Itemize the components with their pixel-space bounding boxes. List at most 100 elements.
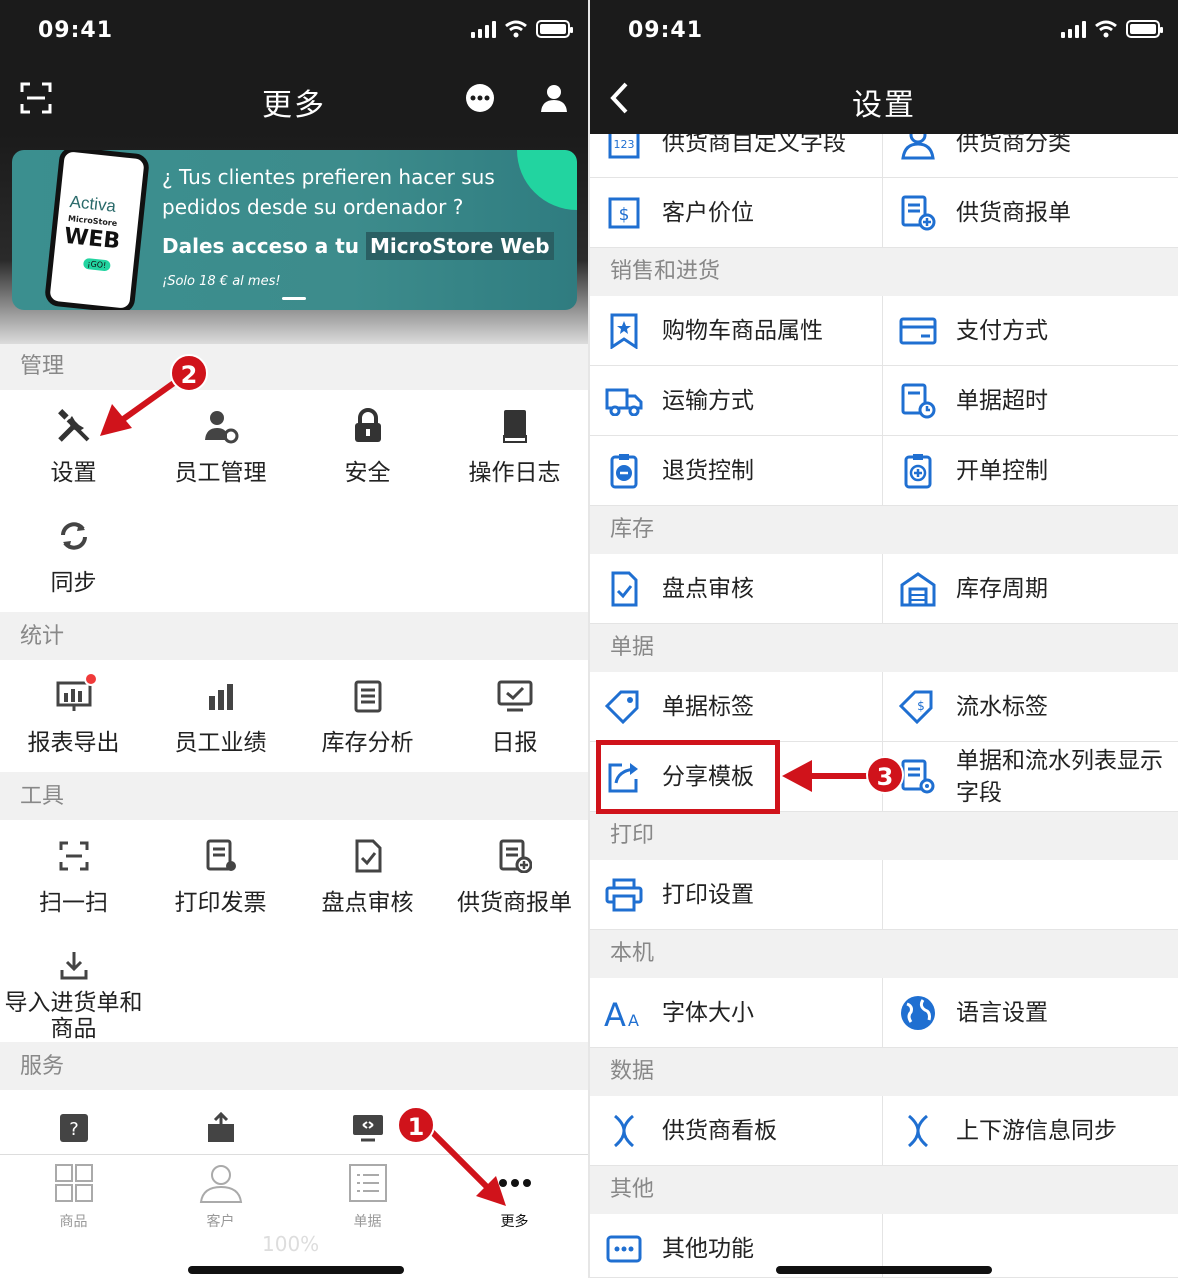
tile-staff[interactable]: 员工管理 (147, 406, 294, 486)
monitor-check-icon (495, 676, 535, 716)
home-indicator (776, 1266, 992, 1274)
settings-row: 供货商看板 上下游信息同步 (590, 1096, 1178, 1166)
section-tools: 工具 (0, 774, 588, 820)
svg-text:$: $ (619, 205, 630, 225)
section-stock: 库存 (590, 506, 1178, 554)
status-time: 09:41 (628, 18, 704, 43)
tile-share[interactable] (147, 1108, 294, 1148)
item-document-tags[interactable]: 单据标签 (590, 672, 883, 742)
ellipsis-icon (498, 1179, 531, 1187)
user-icon[interactable] (534, 78, 574, 118)
tile-security[interactable]: 安全 (294, 406, 441, 486)
tools-grid: 扫一扫 打印发票 盘点审核 供货商报单 导入进货单和商品 (0, 820, 588, 1042)
item-stock-cycle[interactable]: 库存周期 (884, 554, 1178, 624)
tools-icon (54, 406, 94, 446)
ellipsis-circle-icon[interactable] (460, 78, 500, 118)
item-label: 运输方式 (662, 388, 754, 414)
svg-text:$: $ (917, 699, 925, 713)
stats-grid: 报表导出 员工业绩 库存分析 日报 (0, 660, 588, 772)
staff-gear-icon (201, 406, 241, 446)
tile-report-export[interactable]: 报表导出 (0, 672, 147, 756)
monitor-icon (348, 1108, 388, 1148)
step-badge-2: 2 (170, 354, 208, 392)
item-font-size[interactable]: AA 字体大小 (590, 978, 883, 1048)
item-language-settings[interactable]: 语言设置 (884, 978, 1178, 1048)
more-screen: 09:41 更多 Activa MicroStore WEB ¡GO! ¿ Tu… (0, 0, 588, 1278)
item-label: 上下游信息同步 (956, 1118, 1117, 1144)
clipboard-minus-icon (604, 451, 644, 491)
section-print: 打印 (590, 812, 1178, 860)
svg-text:123: 123 (614, 138, 635, 151)
battery-icon (536, 20, 573, 38)
step-badge-3: 3 (866, 756, 904, 794)
settings-screen: 123 供货商自定义字段 供货商分类 $ 客户价位 供货商报单 销售和进货 购物… (590, 0, 1178, 1278)
item-shipping-methods[interactable]: 运输方式 (590, 366, 883, 436)
svg-text:A: A (628, 1011, 639, 1030)
section-local: 本机 (590, 930, 1178, 978)
section-data: 数据 (590, 1048, 1178, 1096)
tab-more[interactable]: 更多 (441, 1163, 588, 1231)
section-manage: 管理 (0, 344, 588, 390)
item-label: 打印设置 (662, 882, 754, 908)
top-bar: 09:41 更多 (0, 0, 588, 134)
settings-row: 单据标签 $ 流水标签 (590, 672, 1178, 742)
tile-stock-analysis[interactable]: 库存分析 (294, 676, 441, 756)
banner-headline-a: Dales acceso a tu (162, 234, 366, 258)
manage-grid: 设置 员工管理 安全 操作日志 同步 (0, 390, 588, 612)
wifi-icon (505, 20, 527, 38)
sync-icon (54, 516, 94, 556)
settings-row: 运输方式 单据超时 (590, 366, 1178, 436)
item-label: 盘点审核 (662, 576, 754, 602)
tab-customers[interactable]: 客户 (147, 1163, 294, 1231)
item-upstream-downstream-sync[interactable]: 上下游信息同步 (884, 1096, 1178, 1166)
tile-label: 设置 (50, 460, 97, 486)
notification-dot (84, 672, 98, 686)
doc-clock-icon (898, 381, 938, 421)
item-label: 字体大小 (662, 1000, 754, 1026)
tile-daily-report[interactable]: 日报 (441, 676, 588, 756)
tile-label: 扫一扫 (39, 890, 108, 916)
item-supplier-dashboard[interactable]: 供货商看板 (590, 1096, 883, 1166)
tile-supplier-order[interactable]: 供货商报单 (441, 836, 588, 916)
tile-print-invoice[interactable]: 打印发票 (147, 836, 294, 916)
tab-documents[interactable]: 单据 (294, 1163, 441, 1231)
item-customer-price-level[interactable]: $ 客户价位 (590, 178, 883, 248)
item-document-timeout[interactable]: 单据超时 (884, 366, 1178, 436)
item-cart-product-attributes[interactable]: 购物车商品属性 (590, 296, 883, 366)
tab-products[interactable]: 商品 (0, 1163, 147, 1231)
tab-bar: 商品 客户 单据 更多 (0, 1154, 588, 1278)
item-payment-methods[interactable]: 支付方式 (884, 296, 1178, 366)
item-list-display-fields[interactable]: 单据和流水列表显示字段 (884, 742, 1178, 812)
tile-stock-audit[interactable]: 盘点审核 (294, 836, 441, 916)
truck-icon (604, 381, 644, 421)
tile-operation-log[interactable]: 操作日志 (441, 406, 588, 486)
tile-help[interactable]: ? (0, 1108, 147, 1148)
banner-headline-b: MicroStore Web (365, 232, 554, 260)
tile-import-purchase[interactable]: 导入进货单和商品 (0, 946, 147, 1042)
signal-icon (471, 20, 496, 38)
dollar-icon: $ (604, 193, 644, 233)
tile-sync[interactable]: 同步 (0, 516, 147, 596)
item-print-settings[interactable]: 打印设置 (590, 860, 883, 930)
phone-text-go: ¡GO! (82, 257, 111, 272)
item-stock-audit[interactable]: 盘点审核 (590, 554, 883, 624)
printer-icon (604, 875, 644, 915)
tile-label: 操作日志 (468, 460, 561, 486)
banner-headline: Dales acceso a tu MicroStore Web (162, 232, 554, 260)
settings-row: $ 客户价位 供货商报单 (590, 178, 1178, 248)
section-service: 服务 (0, 1044, 588, 1090)
item-supplier-order[interactable]: 供货商报单 (884, 178, 1178, 248)
promo-banner[interactable]: Activa MicroStore WEB ¡GO! ¿ Tus cliente… (12, 150, 577, 310)
tile-settings[interactable]: 设置 (0, 406, 147, 486)
battery-icon (1126, 20, 1163, 38)
cross-link-icon (898, 1111, 938, 1151)
list-doc-icon (348, 1164, 387, 1202)
doc-check-icon (604, 569, 644, 609)
item-ledger-tags[interactable]: $ 流水标签 (884, 672, 1178, 742)
tile-scan[interactable]: 扫一扫 (0, 836, 147, 916)
tile-staff-performance[interactable]: 员工业绩 (147, 676, 294, 756)
item-label: 语言设置 (956, 1000, 1048, 1026)
item-billing-control[interactable]: 开单控制 (884, 436, 1178, 506)
settings-row: 打印设置 (590, 860, 1178, 930)
item-return-control[interactable]: 退货控制 (590, 436, 883, 506)
